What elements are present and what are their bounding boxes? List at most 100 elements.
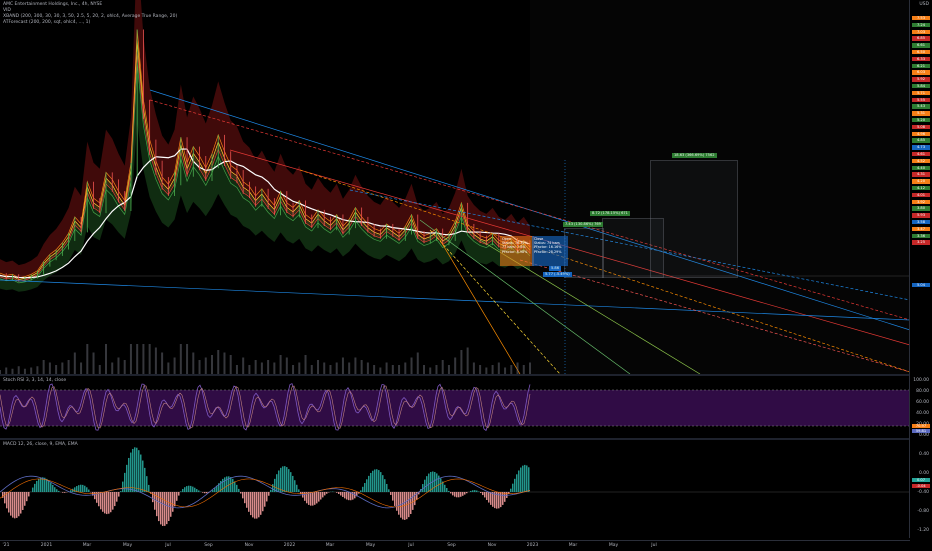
time-tick-label: Nov <box>245 543 254 548</box>
macd-canvas[interactable] <box>0 440 910 538</box>
rsi-tick-label: 0.00 <box>919 433 929 438</box>
price-chart-canvas[interactable] <box>0 0 910 374</box>
volume-bar <box>255 360 257 374</box>
macd-histogram-bar <box>136 448 138 492</box>
macd-histogram-bar <box>146 476 148 492</box>
macd-histogram-bar <box>386 484 388 492</box>
volume-bar <box>442 360 444 374</box>
stoch-rsi-canvas[interactable] <box>0 376 910 438</box>
volume-bar <box>99 365 101 374</box>
macd-histogram-bar <box>380 472 382 492</box>
macd-histogram-bar <box>128 458 130 492</box>
rsi-tick-label: 40.00 <box>916 411 929 416</box>
volume-bar <box>398 365 400 374</box>
macd-histogram-bar <box>508 492 510 494</box>
volume-bar <box>186 344 188 374</box>
macd-histogram-bar <box>184 487 186 492</box>
price-level-tag: 3.47 <box>912 227 930 231</box>
macd-histogram-bar <box>100 492 102 509</box>
target-label-1: 18.63 (366.69%) 7562 <box>672 153 717 158</box>
macd-histogram-bar <box>20 492 22 514</box>
macd-histogram-bar <box>58 491 60 492</box>
macd-histogram-bar <box>62 492 64 493</box>
volume-bar <box>167 363 169 375</box>
price-level-tag: 4.40 <box>912 166 930 170</box>
stoch-rsi-pane[interactable]: Stoch RSI 3, 3, 14, 14, close <box>0 376 910 438</box>
macd-histogram-bar <box>74 487 76 492</box>
current-price-tag: 5.04 <box>912 283 930 287</box>
time-tick-label: Jul <box>165 543 170 548</box>
macd-histogram-bar <box>310 492 312 506</box>
macd-histogram-bar <box>348 492 350 500</box>
macd-tick-label: -1.20 <box>917 528 929 533</box>
volume-bar <box>93 353 95 375</box>
macd-histogram-bar <box>458 492 460 497</box>
rsi-legend: Stoch RSI 3, 3, 14, 14, close <box>3 378 66 384</box>
macd-histogram-bar <box>188 486 190 492</box>
time-axis[interactable]: '212021MarMayJulSepNov2022MarMayJulSepNo… <box>0 540 910 551</box>
macd-pane[interactable]: MACD 12, 26, close, 9, EMA, EMA <box>0 440 910 538</box>
rsi-value-tag-k: 70.97 <box>912 424 930 428</box>
macd-histogram-bar <box>312 492 314 506</box>
time-tick-label: 2023 <box>527 543 538 548</box>
macd-histogram-bar <box>204 492 206 493</box>
info-box-open: Open Status: 76.37% 77 bars: 7.8% PFacto… <box>500 236 534 266</box>
macd-histogram-bar <box>88 490 90 492</box>
macd-histogram-bar <box>118 492 120 497</box>
macd-histogram-bar <box>284 466 286 492</box>
volume-bar <box>435 365 437 374</box>
macd-histogram-bar <box>452 492 454 495</box>
macd-histogram-bar <box>196 489 198 492</box>
price-axis[interactable]: USD 7.537.247.036.856.616.506.336.216.03… <box>909 0 932 538</box>
volume-bar <box>454 358 456 375</box>
macd-histogram-bar <box>16 492 18 518</box>
price-level-tag: 4.01 <box>912 193 930 197</box>
macd-histogram-bar <box>338 492 340 494</box>
macd-histogram-bar <box>374 469 376 492</box>
price-level-tag: 5.20 <box>912 118 930 122</box>
price-level-tag: 5.55 <box>912 98 930 102</box>
macd-histogram-bar <box>4 492 6 503</box>
price-level-tag: 7.03 <box>912 30 930 34</box>
price-level-tag: 3.36 <box>912 234 930 238</box>
macd-histogram-bar <box>526 465 528 492</box>
macd-histogram-bar <box>254 492 256 519</box>
macd-histogram-bar <box>160 492 162 524</box>
macd-histogram-bar <box>342 492 344 497</box>
last-price-tag: 5.93 <box>912 213 930 217</box>
volume-bar <box>61 363 63 375</box>
macd-histogram-bar <box>162 492 164 526</box>
price-chart-pane[interactable]: 18.63 (366.69%) 7562 8.72 (178.15%) 671 … <box>0 0 910 374</box>
volume-bar <box>498 363 500 375</box>
macd-histogram-bar <box>368 476 370 492</box>
macd-histogram-bar <box>290 472 292 492</box>
volume-bar <box>311 365 313 374</box>
macd-histogram-bar <box>522 466 524 492</box>
price-level-tag: 6.50 <box>912 50 930 54</box>
macd-histogram-bar <box>488 492 490 503</box>
volume-bar <box>342 358 344 375</box>
macd-histogram-bar <box>102 492 104 512</box>
macd-histogram-bar <box>528 467 530 492</box>
macd-histogram-bar <box>336 492 338 493</box>
macd-histogram-bar <box>222 479 224 492</box>
volume-bar <box>492 365 494 374</box>
macd-histogram-bar <box>256 492 258 519</box>
macd-histogram-bar <box>492 492 494 507</box>
price-level-tag: 5.43 <box>912 104 930 108</box>
macd-histogram-bar <box>424 480 426 492</box>
time-tick-label: Jul <box>651 543 656 548</box>
volume-bar <box>105 344 107 374</box>
macd-histogram-bar <box>482 492 484 495</box>
macd-histogram-bar <box>394 492 396 506</box>
macd-histogram-bar <box>476 491 478 492</box>
macd-histogram-bar <box>266 492 268 501</box>
volume-bar <box>142 344 144 374</box>
volume-bar <box>43 360 45 374</box>
macd-histogram-bar <box>322 492 324 497</box>
macd-histogram-bar <box>366 479 368 492</box>
macd-histogram-bar <box>112 492 114 510</box>
volume-bar <box>280 355 282 374</box>
macd-histogram-bar <box>234 481 236 492</box>
macd-histogram-bar <box>178 492 180 496</box>
